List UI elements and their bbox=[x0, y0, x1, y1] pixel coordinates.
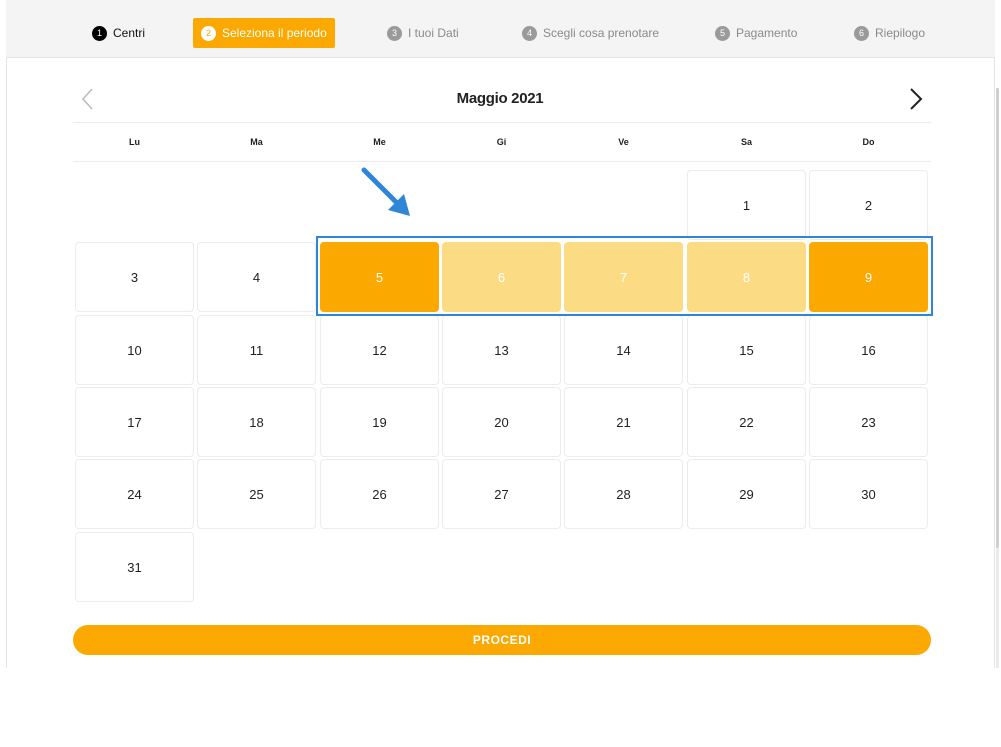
day-cell[interactable]: 3 bbox=[75, 242, 194, 312]
step-number: 6 bbox=[854, 25, 869, 41]
day-cell[interactable]: 11 bbox=[197, 315, 316, 385]
day-cell[interactable]: 31 bbox=[75, 532, 194, 602]
step-tuoi-dati[interactable]: 3 I tuoi Dati bbox=[379, 18, 467, 48]
day-cell[interactable]: 16 bbox=[809, 315, 928, 385]
day-cell[interactable]: 13 bbox=[442, 315, 561, 385]
day-cell[interactable]: 19 bbox=[320, 387, 439, 457]
day-cell[interactable]: 21 bbox=[564, 387, 683, 457]
step-number: 3 bbox=[387, 25, 402, 41]
day-cell[interactable]: 22 bbox=[687, 387, 806, 457]
day-cell[interactable]: 18 bbox=[197, 387, 316, 457]
step-label: Riepilogo bbox=[875, 26, 926, 40]
next-month-button[interactable] bbox=[906, 86, 926, 112]
day-cell[interactable]: 17 bbox=[75, 387, 194, 457]
day-cell[interactable]: 24 bbox=[75, 459, 194, 529]
day-cell[interactable]: 27 bbox=[442, 459, 561, 529]
prev-month-button[interactable] bbox=[78, 86, 98, 112]
day-cell[interactable]: 26 bbox=[320, 459, 439, 529]
step-label: Centri bbox=[113, 26, 146, 40]
weekday-label: Sa bbox=[740, 137, 752, 147]
step-number: 2 bbox=[201, 25, 216, 41]
day-cell[interactable]: 23 bbox=[809, 387, 928, 457]
day-cell[interactable]: 1 bbox=[687, 170, 806, 240]
day-cell[interactable]: 25 bbox=[197, 459, 316, 529]
selected-range-annotation bbox=[316, 236, 933, 316]
weekday-label: Ma bbox=[250, 137, 263, 147]
step-number: 4 bbox=[522, 25, 537, 41]
weekday-label: Lu bbox=[129, 137, 140, 147]
steps-bar: 1 Centri 2 Seleziona il periodo 3 I tuoi… bbox=[6, 0, 995, 58]
scrollbar-thumb[interactable] bbox=[996, 88, 999, 548]
divider bbox=[73, 161, 931, 162]
step-centri[interactable]: 1 Centri bbox=[84, 18, 153, 48]
step-seleziona-periodo[interactable]: 2 Seleziona il periodo bbox=[193, 18, 335, 48]
day-cell[interactable]: 10 bbox=[75, 315, 194, 385]
weekday-label: Gi bbox=[496, 137, 507, 147]
weekday-label: Ve bbox=[618, 137, 629, 147]
day-cell[interactable]: 2 bbox=[809, 170, 928, 240]
step-number: 5 bbox=[715, 25, 730, 41]
scrollbar[interactable] bbox=[996, 88, 999, 668]
step-scegli-cosa-prenotare[interactable]: 4 Scegli cosa prenotare bbox=[514, 18, 667, 48]
day-cell[interactable]: 29 bbox=[687, 459, 806, 529]
day-cell[interactable]: 15 bbox=[687, 315, 806, 385]
step-label: Pagamento bbox=[736, 26, 798, 40]
step-label: Scegli cosa prenotare bbox=[543, 26, 660, 40]
day-cell[interactable]: 20 bbox=[442, 387, 561, 457]
weekday-label: Me bbox=[373, 137, 386, 147]
chevron-right-icon bbox=[910, 88, 923, 110]
step-riepilogo[interactable]: 6 Riepilogo bbox=[846, 18, 933, 48]
day-cell[interactable]: 28 bbox=[564, 459, 683, 529]
step-label: Seleziona il periodo bbox=[222, 26, 327, 40]
step-label: I tuoi Dati bbox=[408, 26, 459, 40]
arrow-annotation-icon bbox=[361, 167, 410, 216]
day-cell[interactable]: 4 bbox=[197, 242, 316, 312]
step-pagamento[interactable]: 5 Pagamento bbox=[707, 18, 805, 48]
day-cell[interactable]: 12 bbox=[320, 315, 439, 385]
step-number: 1 bbox=[92, 25, 107, 41]
day-cell[interactable]: 30 bbox=[809, 459, 928, 529]
month-title: Maggio 2021 bbox=[456, 90, 544, 107]
divider bbox=[73, 122, 931, 123]
proceed-button[interactable]: PROCEDI bbox=[73, 625, 931, 655]
weekday-label: Do bbox=[862, 137, 875, 147]
chevron-left-icon bbox=[81, 88, 93, 110]
day-cell[interactable]: 14 bbox=[564, 315, 683, 385]
